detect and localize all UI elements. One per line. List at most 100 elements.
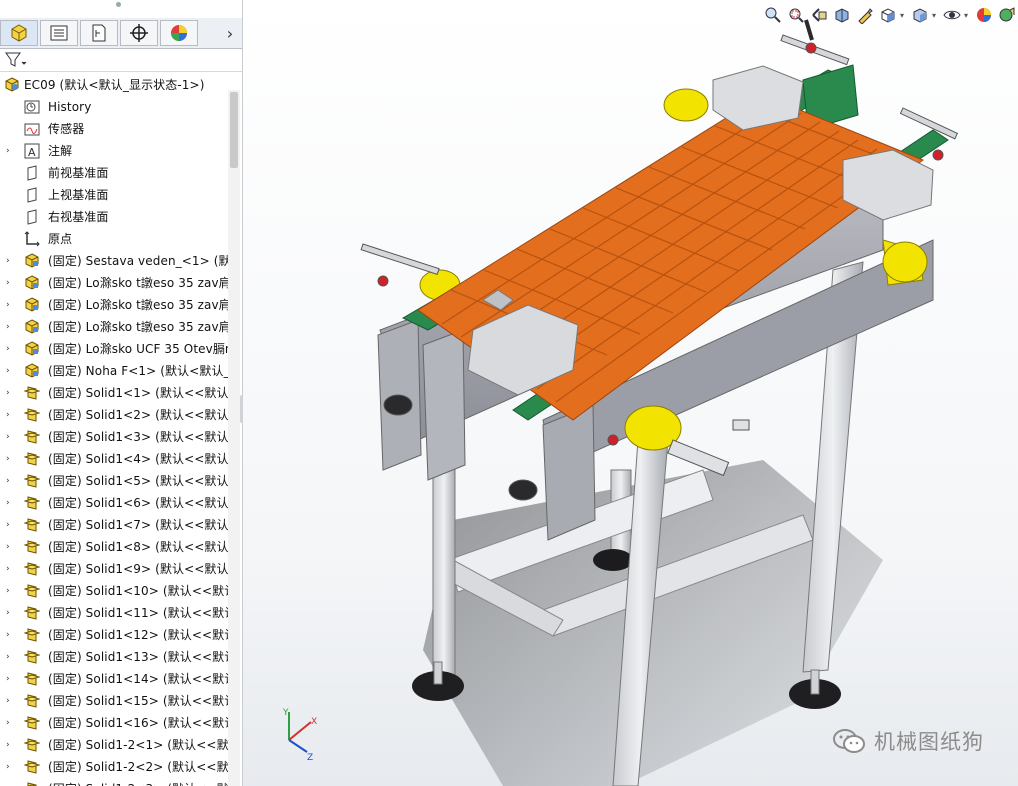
tree-item-12[interactable]: › (固定) Lo滁sko UCF 35 Otev膈n xyxy=(0,338,228,360)
part-icon xyxy=(23,715,41,731)
tree-expander[interactable]: › xyxy=(6,778,14,786)
tree-item-6[interactable]: 右视基准面 xyxy=(0,206,228,228)
history-icon xyxy=(24,99,40,115)
tree-item-23[interactable]: › (固定) Solid1<10> (默认<<默认 xyxy=(0,580,228,602)
tree-item-5[interactable]: 上视基准面 xyxy=(0,184,228,206)
tree-item-16[interactable]: › (固定) Solid1<3> (默认<<默认> xyxy=(0,426,228,448)
tree-item-label: History xyxy=(48,100,92,114)
tree-scrollbar[interactable] xyxy=(228,90,240,786)
tree-item-3[interactable]: › A 注解 xyxy=(0,140,228,162)
tree-expander[interactable]: › xyxy=(6,470,14,492)
tree-item-10[interactable]: › (固定) Lo滁sko t譈eso 35 zav肩 xyxy=(0,294,228,316)
triad-x-label: X xyxy=(311,717,317,727)
tree-expander[interactable]: › xyxy=(6,580,14,602)
hide-show-items-button[interactable] xyxy=(941,4,963,26)
tab-display-manager[interactable] xyxy=(160,20,198,46)
tree-item-17[interactable]: › (固定) Solid1<4> (默认<<默认> xyxy=(0,448,228,470)
tree-expander[interactable]: › xyxy=(6,514,14,536)
previous-view-button[interactable] xyxy=(808,4,830,26)
zoom-to-fit-button[interactable] xyxy=(762,4,784,26)
edit-appearance-button[interactable] xyxy=(973,4,995,26)
tree-expander[interactable]: › xyxy=(6,646,14,668)
tree-expander[interactable]: › xyxy=(6,492,14,514)
tree-expander[interactable]: › xyxy=(6,734,14,756)
display-style-button[interactable] xyxy=(909,4,931,26)
tab-dimxpert-manager[interactable] xyxy=(120,20,158,46)
tree-item-11[interactable]: › (固定) Lo滁sko t譈eso 35 zav肩 xyxy=(0,316,228,338)
tree-item-21[interactable]: › (固定) Solid1<8> (默认<<默认> xyxy=(0,536,228,558)
tree-expander[interactable]: › xyxy=(6,250,14,272)
filter-icon[interactable] xyxy=(5,52,27,68)
tree-item-20[interactable]: › (固定) Solid1<7> (默认<<默认> xyxy=(0,514,228,536)
display-style-icon xyxy=(913,8,927,23)
tree-item-9[interactable]: › (固定) Lo滁sko t譈eso 35 zav肩 xyxy=(0,272,228,294)
wechat-icon xyxy=(833,729,865,753)
tree-expander[interactable]: › xyxy=(6,756,14,778)
tree-item-24[interactable]: › (固定) Solid1<11> (默认<<默认 xyxy=(0,602,228,624)
display-style-dropdown[interactable]: ▾ xyxy=(932,4,940,26)
zoom-to-area-button[interactable] xyxy=(785,4,807,26)
hide-show-dropdown[interactable]: ▾ xyxy=(964,4,972,26)
tree-item-19[interactable]: › (固定) Solid1<6> (默认<<默认> xyxy=(0,492,228,514)
tree-item-18[interactable]: › (固定) Solid1<5> (默认<<默认> xyxy=(0,470,228,492)
tree-item-8[interactable]: › (固定) Sestava veden_<1> (默认 xyxy=(0,250,228,272)
tree-item-label: (固定) Solid1<7> (默认<<默认> xyxy=(48,518,228,532)
tree-expander[interactable]: › xyxy=(6,360,14,382)
tree-expander[interactable]: › xyxy=(6,338,14,360)
tree-item-label: (固定) Solid1<5> (默认<<默认> xyxy=(48,474,228,488)
tree-item-32[interactable]: › (固定) Solid1-2<3> (默认<<默认 xyxy=(0,778,228,786)
section-view-button[interactable] xyxy=(831,4,853,26)
part-icon xyxy=(23,759,41,775)
tree-expander[interactable]: › xyxy=(6,272,14,294)
tree-expander[interactable]: › xyxy=(6,140,14,162)
tree-expander[interactable]: › xyxy=(6,558,14,580)
tree-item-label: (固定) Solid1<9> (默认<<默认> xyxy=(48,562,228,576)
tree-item-27[interactable]: › (固定) Solid1<14> (默认<<默认 xyxy=(0,668,228,690)
tree-expander[interactable]: › xyxy=(6,602,14,624)
tree-expander[interactable]: › xyxy=(6,536,14,558)
tree-expander[interactable]: › xyxy=(6,404,14,426)
crosshair-icon xyxy=(130,24,148,42)
apply-scene-button[interactable] xyxy=(996,4,1018,26)
tree-item-15[interactable]: › (固定) Solid1<2> (默认<<默认> xyxy=(0,404,228,426)
tree-item-30[interactable]: › (固定) Solid1-2<1> (默认<<默认 xyxy=(0,734,228,756)
feature-tree: EC09 (默认<默认_显示状态-1>) History 传感器 › A 注解 前视基准面上… xyxy=(0,74,228,786)
tree-item-26[interactable]: › (固定) Solid1<13> (默认<<默认 xyxy=(0,646,228,668)
tree-item-7[interactable]: 原点 xyxy=(0,228,228,250)
tree-expander[interactable]: › xyxy=(6,316,14,338)
tree-item-14[interactable]: › (固定) Solid1<1> (默认<<默认> xyxy=(0,382,228,404)
tree-item-22[interactable]: › (固定) Solid1<9> (默认<<默认> xyxy=(0,558,228,580)
tree-item-2[interactable]: 传感器 xyxy=(0,118,228,140)
tree-expander[interactable]: › xyxy=(6,668,14,690)
tab-configuration-manager[interactable] xyxy=(80,20,118,46)
tree-item-28[interactable]: › (固定) Solid1<15> (默认<<默认 xyxy=(0,690,228,712)
filter-bar[interactable] xyxy=(0,49,242,72)
watermark: 机械图纸狗 xyxy=(832,726,984,756)
part-icon xyxy=(23,451,41,467)
tab-property-manager[interactable] xyxy=(40,20,78,46)
tree-expander[interactable]: › xyxy=(6,624,14,646)
graphics-area[interactable]: ▾ ▾ ▾ Y X Z 机械图纸狗 xyxy=(243,0,1018,786)
tree-root[interactable]: EC09 (默认<默认_显示状态-1>) xyxy=(0,74,228,96)
tree-expander[interactable]: › xyxy=(6,448,14,470)
tree-expander[interactable]: › xyxy=(6,712,14,734)
tree-item-25[interactable]: › (固定) Solid1<12> (默认<<默认 xyxy=(0,624,228,646)
view-orientation-button[interactable] xyxy=(877,4,899,26)
tree-item-4[interactable]: 前视基准面 xyxy=(0,162,228,184)
pane-grip[interactable] xyxy=(116,2,121,7)
triad-y-label: Y xyxy=(282,708,289,718)
dynamic-annotation-button[interactable] xyxy=(854,4,876,26)
tree-scroll-thumb[interactable] xyxy=(230,92,238,168)
conveyor-model-view[interactable] xyxy=(243,0,1018,786)
view-orientation-dropdown[interactable]: ▾ xyxy=(900,4,908,26)
tab-feature-manager[interactable] xyxy=(0,20,38,46)
tree-expander[interactable]: › xyxy=(6,294,14,316)
tree-expander[interactable]: › xyxy=(6,690,14,712)
tabs-more-chevron[interactable]: › xyxy=(222,20,238,46)
tree-expander[interactable]: › xyxy=(6,426,14,448)
tree-item-29[interactable]: › (固定) Solid1<16> (默认<<默认 xyxy=(0,712,228,734)
tree-expander[interactable]: › xyxy=(6,382,14,404)
tree-item-1[interactable]: History xyxy=(0,96,228,118)
tree-item-31[interactable]: › (固定) Solid1-2<2> (默认<<默认 xyxy=(0,756,228,778)
tree-item-13[interactable]: › (固定) Noha F<1> (默认<默认_显 xyxy=(0,360,228,382)
